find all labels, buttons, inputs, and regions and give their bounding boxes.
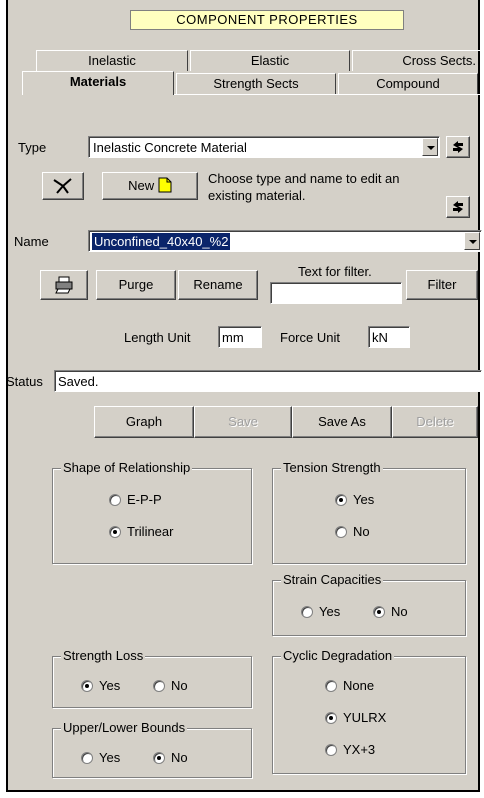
strength-loss-legend: Strength Loss xyxy=(61,648,146,664)
name-dropdown[interactable]: Unconfined_40x40_%2 xyxy=(88,230,482,252)
cyclic-degradation-group: Cyclic Degradation None YULRX YX+3 xyxy=(272,648,466,774)
printer-icon xyxy=(55,276,73,294)
cyclic-option-yulrx[interactable]: YULRX xyxy=(325,711,386,725)
strain-option-no[interactable]: No xyxy=(373,605,408,619)
type-dropdown[interactable]: Inelastic Concrete Material xyxy=(88,136,440,158)
type-label: Type xyxy=(18,140,47,155)
filter-caption: Text for filter. xyxy=(298,264,372,279)
compass-tool-button[interactable] xyxy=(42,172,84,200)
force-unit-label: Force Unit xyxy=(280,330,340,345)
bounds-option-no[interactable]: No xyxy=(153,751,188,765)
length-unit-field[interactable]: mm xyxy=(218,326,262,348)
tab-strength-sects[interactable]: Strength Sects xyxy=(176,73,336,94)
refresh-icon xyxy=(453,201,463,213)
strength-loss-group: Strength Loss Yes No xyxy=(52,648,252,708)
tension-strength-group: Tension Strength Yes No xyxy=(272,460,466,564)
name-value: Unconfined_40x40_%2 xyxy=(90,232,232,251)
chevron-down-icon[interactable] xyxy=(464,232,480,250)
bounds-legend: Upper/Lower Bounds xyxy=(61,720,188,736)
tension-option-no[interactable]: No xyxy=(335,525,370,539)
strain-option-yes[interactable]: Yes xyxy=(301,605,340,619)
save-as-button[interactable]: Save As xyxy=(292,406,392,438)
bounds-option-yes[interactable]: Yes xyxy=(81,751,120,765)
force-unit-field[interactable]: kN xyxy=(368,326,410,348)
cyclic-option-none[interactable]: None xyxy=(325,679,374,693)
tension-legend: Tension Strength xyxy=(281,460,383,476)
shape-legend: Shape of Relationship xyxy=(61,460,193,476)
tab-materials[interactable]: Materials xyxy=(22,71,174,95)
graph-button[interactable]: Graph xyxy=(94,406,194,438)
radio-icon xyxy=(325,744,337,756)
radio-icon xyxy=(301,606,313,618)
type-value: Inelastic Concrete Material xyxy=(93,140,247,155)
status-field: Saved. xyxy=(54,370,482,392)
component-properties-panel: COMPONENT PROPERTIES Inelastic Elastic C… xyxy=(6,0,482,792)
strain-legend: Strain Capacities xyxy=(281,572,384,588)
print-button[interactable] xyxy=(40,270,88,300)
shape-of-relationship-group: Shape of Relationship E-P-P Trilinear xyxy=(52,460,252,564)
radio-selected-icon xyxy=(153,752,165,764)
strength-loss-option-yes[interactable]: Yes xyxy=(81,679,120,693)
new-document-icon xyxy=(158,177,172,193)
cyclic-legend: Cyclic Degradation xyxy=(281,648,395,664)
refresh-name-button[interactable] xyxy=(446,196,470,218)
filter-button[interactable]: Filter xyxy=(406,270,478,300)
chevron-down-icon[interactable] xyxy=(422,138,438,156)
radio-selected-icon xyxy=(325,712,337,724)
shape-option-epp[interactable]: E-P-P xyxy=(109,493,162,507)
radio-selected-icon xyxy=(109,526,121,538)
strength-loss-option-no[interactable]: No xyxy=(153,679,188,693)
tab-elastic[interactable]: Elastic xyxy=(190,50,350,71)
hint-text: Choose type and name to edit an existing… xyxy=(208,171,400,203)
status-label: Status xyxy=(6,374,43,389)
radio-icon xyxy=(153,680,165,692)
purge-button[interactable]: Purge xyxy=(96,270,176,300)
new-button[interactable]: New xyxy=(102,172,198,200)
new-label: New xyxy=(128,178,155,193)
refresh-type-button[interactable] xyxy=(446,136,470,158)
compass-icon xyxy=(53,178,72,194)
refresh-icon xyxy=(453,141,463,153)
page-title: COMPONENT PROPERTIES xyxy=(130,10,404,30)
shape-option-trilinear[interactable]: Trilinear xyxy=(109,525,173,539)
tab-compound[interactable]: Compound xyxy=(338,73,478,94)
filter-input[interactable] xyxy=(270,282,402,304)
radio-icon xyxy=(325,680,337,692)
rename-button[interactable]: Rename xyxy=(178,270,258,300)
strain-capacities-group: Strain Capacities Yes No xyxy=(272,572,466,636)
tab-cross-sects[interactable]: Cross Sects. xyxy=(352,50,480,71)
tab-divider xyxy=(174,94,480,95)
tab-inelastic[interactable]: Inelastic xyxy=(36,50,188,71)
cyclic-option-yx3[interactable]: YX+3 xyxy=(325,743,375,757)
radio-selected-icon xyxy=(373,606,385,618)
delete-button[interactable]: Delete xyxy=(392,406,478,438)
radio-icon xyxy=(109,494,121,506)
tension-option-yes[interactable]: Yes xyxy=(335,493,374,507)
length-unit-label: Length Unit xyxy=(124,330,191,345)
radio-selected-icon xyxy=(81,680,93,692)
upper-lower-bounds-group: Upper/Lower Bounds Yes No xyxy=(52,720,252,778)
window: COMPONENT PROPERTIES Inelastic Elastic C… xyxy=(0,0,484,798)
radio-selected-icon xyxy=(335,494,347,506)
name-label: Name xyxy=(14,234,49,249)
radio-icon xyxy=(335,526,347,538)
save-button[interactable]: Save xyxy=(194,406,292,438)
radio-icon xyxy=(81,752,93,764)
